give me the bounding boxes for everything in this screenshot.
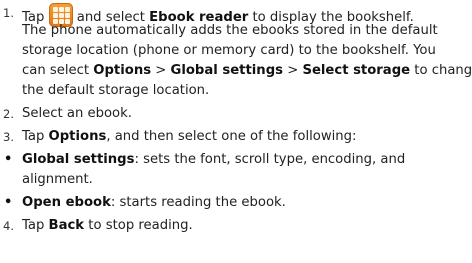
- bullet-icon: •: [4, 195, 13, 210]
- menu-global-settings: Global settings: [170, 63, 283, 78]
- menu-options: Options: [93, 63, 152, 78]
- bullet-text: alignment.: [22, 172, 93, 187]
- step-text: to change: [414, 63, 472, 78]
- step-text: to stop reading.: [88, 218, 193, 233]
- step-text: Tap: [22, 129, 45, 144]
- step-text: Tap: [22, 218, 45, 233]
- menu-options: Options: [48, 129, 107, 144]
- step-number: 4.: [3, 219, 14, 233]
- menu-separator: >: [155, 63, 167, 78]
- step-number: 1.: [3, 6, 14, 20]
- key-back: Back: [48, 218, 85, 233]
- bullet-term: Open ebook: [22, 195, 111, 210]
- bullet-icon: •: [4, 152, 13, 167]
- document: 1. Tap and select Ebook reader to displa…: [0, 0, 472, 263]
- step-number: 2.: [3, 107, 14, 121]
- step-text: The phone automatically adds the ebooks …: [22, 23, 438, 38]
- bullet-text: : sets the font, scroll type, encoding, …: [134, 152, 406, 167]
- step-text: can select: [22, 63, 90, 78]
- step-number: 3.: [3, 130, 14, 144]
- bullet-text: : starts reading the ebook.: [110, 195, 286, 210]
- step-text: storage location (phone or memory card) …: [22, 43, 436, 58]
- menu-select-storage: Select storage: [302, 63, 411, 78]
- menu-separator: >: [287, 63, 299, 78]
- bullet-term: Global settings: [22, 152, 135, 167]
- step-text: , and then select one of the following:: [106, 129, 357, 144]
- step-text: Select an ebook.: [22, 106, 132, 121]
- step-text: the default storage location.: [22, 83, 210, 98]
